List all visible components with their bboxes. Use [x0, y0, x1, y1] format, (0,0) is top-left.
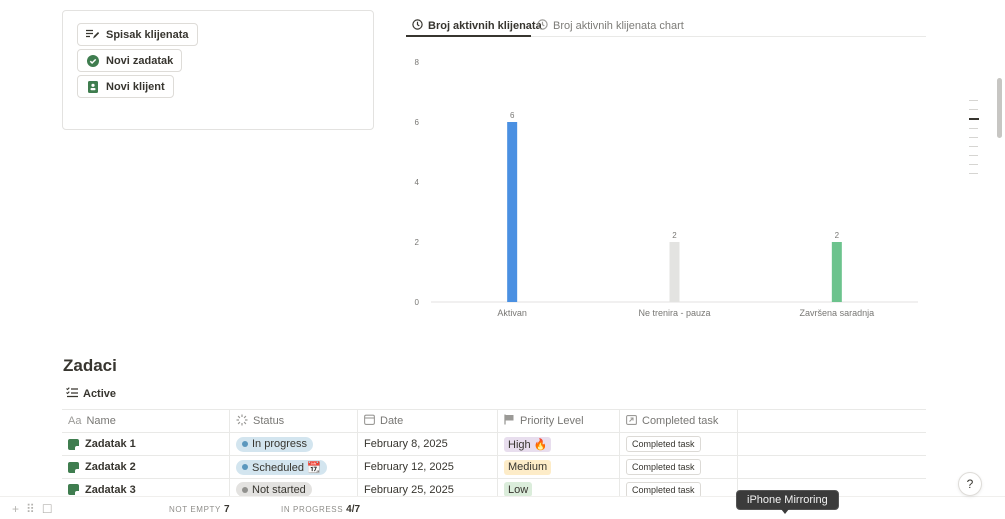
bar-chart: 0 2 4 6 8 6 Aktivan 2 Ne trenira - pauza 2 Završen…	[406, 48, 926, 328]
bar-value-label: 2	[835, 231, 840, 240]
empty-cell	[738, 456, 926, 478]
table-footer-bar: + ⠿ ☐ NOT EMPTY 7 IN PROGRESS 4/7	[0, 496, 1005, 519]
iphone-mirroring-tooltip: iPhone Mirroring	[736, 490, 839, 514]
x-tick-label: Završena saradnja	[800, 308, 875, 318]
status-dot	[242, 464, 248, 470]
status-dot	[242, 486, 248, 493]
status-cell[interactable]: In progress	[230, 433, 358, 455]
view-tab-active[interactable]: Active	[66, 387, 116, 401]
novi-zadatak-label: Novi zadatak	[106, 54, 174, 67]
status-badge: Scheduled 📆	[236, 459, 327, 475]
check-circle-icon	[86, 54, 99, 67]
section-title: Zadaci	[63, 356, 117, 375]
tab-label: Broj aktivnih klijenata chart	[553, 20, 684, 32]
checkbox-icon[interactable]: ☐	[42, 502, 53, 516]
drag-handle-icon[interactable]: ⠿	[26, 502, 35, 516]
column-header-completed-task[interactable]: Completed task	[620, 410, 738, 432]
column-header-priority[interactable]: Priority Level	[498, 410, 620, 432]
date-cell[interactable]: February 8, 2025	[358, 433, 498, 455]
status-cell[interactable]: Scheduled 📆	[230, 456, 358, 478]
table-header: Aa Name Status Date Priority Level Compl…	[62, 409, 926, 432]
list-check-icon	[66, 387, 78, 401]
priority-badge: Medium	[504, 459, 552, 475]
priority-badge: High 🔥	[504, 436, 552, 452]
calendar-icon	[364, 414, 375, 428]
y-tick-label: 8	[415, 58, 420, 67]
bar-value-label: 6	[510, 111, 515, 120]
table-row[interactable]: Zadatak 2 Scheduled 📆 February 12, 2025 …	[62, 455, 926, 478]
priority-cell[interactable]: High 🔥	[498, 433, 620, 455]
novi-klijent-button[interactable]: Novi klijent	[77, 75, 174, 98]
y-tick-label: 4	[415, 178, 420, 187]
empty-cell	[738, 433, 926, 455]
chart-view-tabs: Broj aktivnih klijenata Broj aktivnih kl…	[406, 10, 926, 37]
tab-broj-aktivnih-klijenata[interactable]: Broj aktivnih klijenata	[412, 15, 542, 37]
row-controls: + ⠿ ☐	[12, 502, 53, 516]
bar[interactable]	[507, 122, 518, 302]
task-name-cell[interactable]: Zadatak 2	[62, 456, 230, 478]
completed-task-cell[interactable]: Completed task	[620, 456, 738, 478]
status-badge: In progress	[236, 436, 314, 452]
bar[interactable]	[831, 242, 842, 302]
column-header-empty	[738, 410, 926, 432]
column-header-status[interactable]: Status	[230, 410, 358, 432]
task-name-cell[interactable]: Zadatak 1	[62, 433, 230, 455]
page-icon	[68, 484, 79, 495]
tab-broj-aktivnih-klijenata-chart[interactable]: Broj aktivnih klijenata chart	[537, 15, 684, 37]
scrollbar[interactable]	[997, 78, 1002, 138]
tasks-table: Aa Name Status Date Priority Level Compl…	[62, 409, 926, 501]
clock-icon	[412, 19, 423, 33]
column-header-date[interactable]: Date	[358, 410, 498, 432]
in-progress-summary[interactable]: IN PROGRESS 4/7	[281, 504, 360, 515]
y-tick-label: 2	[415, 238, 420, 247]
bar[interactable]	[669, 242, 680, 302]
x-tick-label: Aktivan	[497, 308, 527, 318]
text-property-icon: Aa	[68, 415, 82, 427]
flag-icon	[504, 414, 515, 428]
status-spinner-icon	[236, 414, 248, 429]
status-badge: Not started	[236, 482, 312, 497]
add-row-icon[interactable]: +	[12, 502, 19, 516]
page-icon	[68, 461, 79, 473]
completed-task-cell[interactable]: Completed task	[620, 433, 738, 455]
tab-label: Broj aktivnih klijenata	[428, 20, 542, 32]
page-outline-markers[interactable]	[969, 100, 981, 182]
clock-icon	[537, 19, 548, 33]
status-dot	[242, 441, 248, 447]
not-empty-summary[interactable]: NOT EMPTY 7	[169, 504, 230, 515]
relation-icon	[626, 414, 637, 428]
spisak-klijenata-button[interactable]: Spisak klijenata	[77, 23, 198, 46]
column-header-name[interactable]: Aa Name	[62, 410, 230, 432]
help-button[interactable]: ?	[958, 472, 982, 496]
table-row[interactable]: Zadatak 1 In progress February 8, 2025 H…	[62, 432, 926, 455]
y-tick-label: 0	[415, 298, 420, 307]
page-icon	[68, 438, 79, 450]
novi-zadatak-button[interactable]: Novi zadatak	[77, 49, 183, 72]
spisak-klijenata-label: Spisak klijenata	[106, 28, 189, 41]
list-edit-icon	[86, 28, 99, 41]
novi-klijent-label: Novi klijent	[106, 80, 165, 93]
completed-task-button[interactable]: Completed task	[626, 459, 701, 475]
completed-task-button[interactable]: Completed task	[626, 436, 701, 452]
priority-badge: Low	[504, 482, 533, 497]
active-tab-indicator	[406, 35, 531, 37]
priority-cell[interactable]: Medium	[498, 456, 620, 478]
x-tick-label: Ne trenira - pauza	[638, 308, 710, 318]
view-tab-label: Active	[83, 388, 117, 400]
help-icon: ?	[966, 477, 974, 491]
y-tick-label: 6	[415, 118, 420, 127]
bar-chart-svg: 0 2 4 6 8 6 Aktivan 2 Ne trenira - pauza 2 Završen…	[415, 58, 918, 318]
buttons-panel: Spisak klijenata Novi zadatak Novi klije…	[62, 10, 374, 130]
date-cell[interactable]: February 12, 2025	[358, 456, 498, 478]
bar-value-label: 2	[672, 231, 677, 240]
contact-book-icon	[86, 80, 99, 93]
